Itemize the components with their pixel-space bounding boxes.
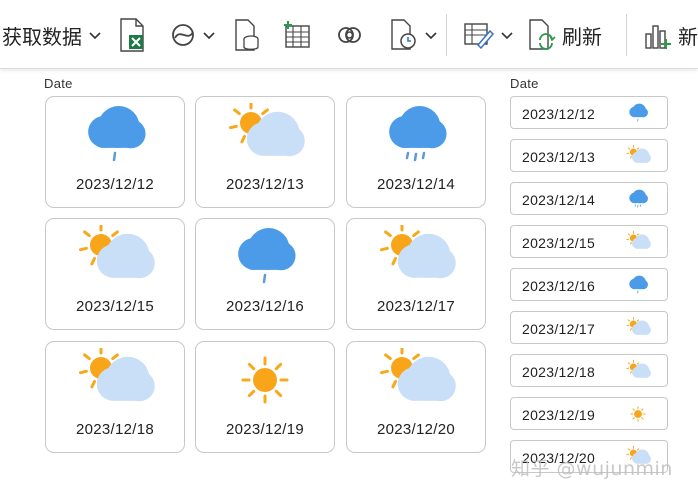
new-label: 新: [678, 24, 698, 49]
weather-icon: [79, 225, 155, 279]
weather-icon: [629, 275, 648, 294]
card-date: 2023/12/14: [376, 176, 456, 193]
card-date: 2023/12/12: [75, 176, 155, 193]
ribbon-toolbar: 获取数据 刷新 新: [0, 0, 698, 69]
refresh-button[interactable]: 刷新: [528, 14, 602, 56]
list-item-date: 2023/12/14: [522, 192, 596, 208]
chevron-down-icon: [203, 32, 215, 40]
weather-icon: [241, 356, 289, 404]
enter-table-button[interactable]: [284, 14, 312, 56]
list-item-date: 2023/12/19: [522, 407, 596, 423]
table-icon: [284, 21, 310, 48]
chevron-down-icon: [425, 32, 437, 40]
list-item[interactable]: 2023/12/12: [510, 96, 668, 129]
weather-icon: [380, 348, 456, 402]
dataflow-button[interactable]: [336, 14, 364, 56]
get-data-label: 获取数据: [2, 24, 82, 49]
list-item-date: 2023/12/15: [522, 235, 596, 251]
toolbar-separator: [626, 14, 627, 56]
weather-icon: [629, 103, 648, 122]
date-card[interactable]: 2023/12/13: [195, 96, 335, 208]
weather-icon: [380, 225, 456, 279]
date-card[interactable]: 2023/12/15: [45, 218, 185, 330]
date-card[interactable]: 2023/12/16: [195, 218, 335, 330]
date-card[interactable]: 2023/12/12: [45, 96, 185, 208]
card-date: 2023/12/17: [376, 298, 456, 315]
card-date: 2023/12/16: [225, 298, 305, 315]
list-item[interactable]: 2023/12/13: [510, 139, 668, 172]
recent-sources-button[interactable]: [390, 14, 438, 56]
card-date: 2023/12/15: [75, 298, 155, 315]
new-visual-button[interactable]: 新: [644, 14, 698, 56]
transform-icon: [464, 23, 494, 49]
list-item[interactable]: 2023/12/16: [510, 268, 668, 301]
recent-sources-icon: [391, 19, 416, 50]
card-date: 2023/12/13: [225, 176, 305, 193]
dataverse-button[interactable]: [234, 14, 260, 56]
refresh-label: 刷新: [562, 24, 602, 49]
date-card[interactable]: 2023/12/17: [346, 218, 486, 330]
chevron-down-icon: [501, 32, 513, 40]
list-item[interactable]: 2023/12/15: [510, 225, 668, 258]
date-card[interactable]: 2023/12/20: [346, 341, 486, 453]
list-item-date: 2023/12/18: [522, 364, 596, 380]
list-item-date: 2023/12/12: [522, 106, 596, 122]
date-card[interactable]: 2023/12/14: [346, 96, 486, 208]
weather-icon: [88, 106, 146, 162]
list-item[interactable]: 2023/12/17: [510, 311, 668, 344]
toolbar-separator: [446, 14, 447, 56]
weather-icon: [626, 145, 651, 163]
weather-icon: [626, 231, 651, 249]
list-item[interactable]: 2023/12/14: [510, 182, 668, 215]
list-item-date: 2023/12/17: [522, 321, 596, 337]
chevron-down-icon: [89, 32, 101, 40]
weather-icon: [238, 228, 296, 284]
excel-icon: [120, 18, 144, 52]
weather-icon: [630, 406, 646, 422]
weather-icon: [229, 103, 305, 157]
weather-icon: [389, 106, 447, 162]
card-date: 2023/12/19: [225, 421, 305, 438]
excel-button[interactable]: [118, 14, 146, 56]
card-date: 2023/12/20: [376, 421, 456, 438]
dataverse-icon: [235, 19, 259, 51]
list-item[interactable]: 2023/12/19: [510, 397, 668, 430]
card-date: 2023/12/18: [75, 421, 155, 438]
weather-icon: [626, 317, 651, 335]
watermark: 知乎 @wujunmin: [511, 458, 673, 480]
list-item[interactable]: 2023/12/18: [510, 354, 668, 387]
list-field-label: Date: [510, 76, 539, 91]
date-card[interactable]: 2023/12/19: [195, 341, 335, 453]
onelake-button[interactable]: [170, 14, 216, 56]
onelake-icon: [172, 24, 194, 46]
weather-icon: [629, 189, 648, 208]
refresh-icon: [529, 19, 556, 50]
dataflow-icon: [338, 27, 361, 43]
weather-icon: [79, 348, 155, 402]
get-data-button[interactable]: 获取数据: [2, 14, 102, 56]
weather-icon: [626, 360, 651, 378]
grid-field-label: Date: [44, 76, 73, 91]
list-item-date: 2023/12/13: [522, 149, 596, 165]
list-item-date: 2023/12/16: [522, 278, 596, 294]
transform-data-button[interactable]: [464, 14, 514, 56]
date-card[interactable]: 2023/12/18: [45, 341, 185, 453]
new-visual-icon: [645, 25, 671, 49]
